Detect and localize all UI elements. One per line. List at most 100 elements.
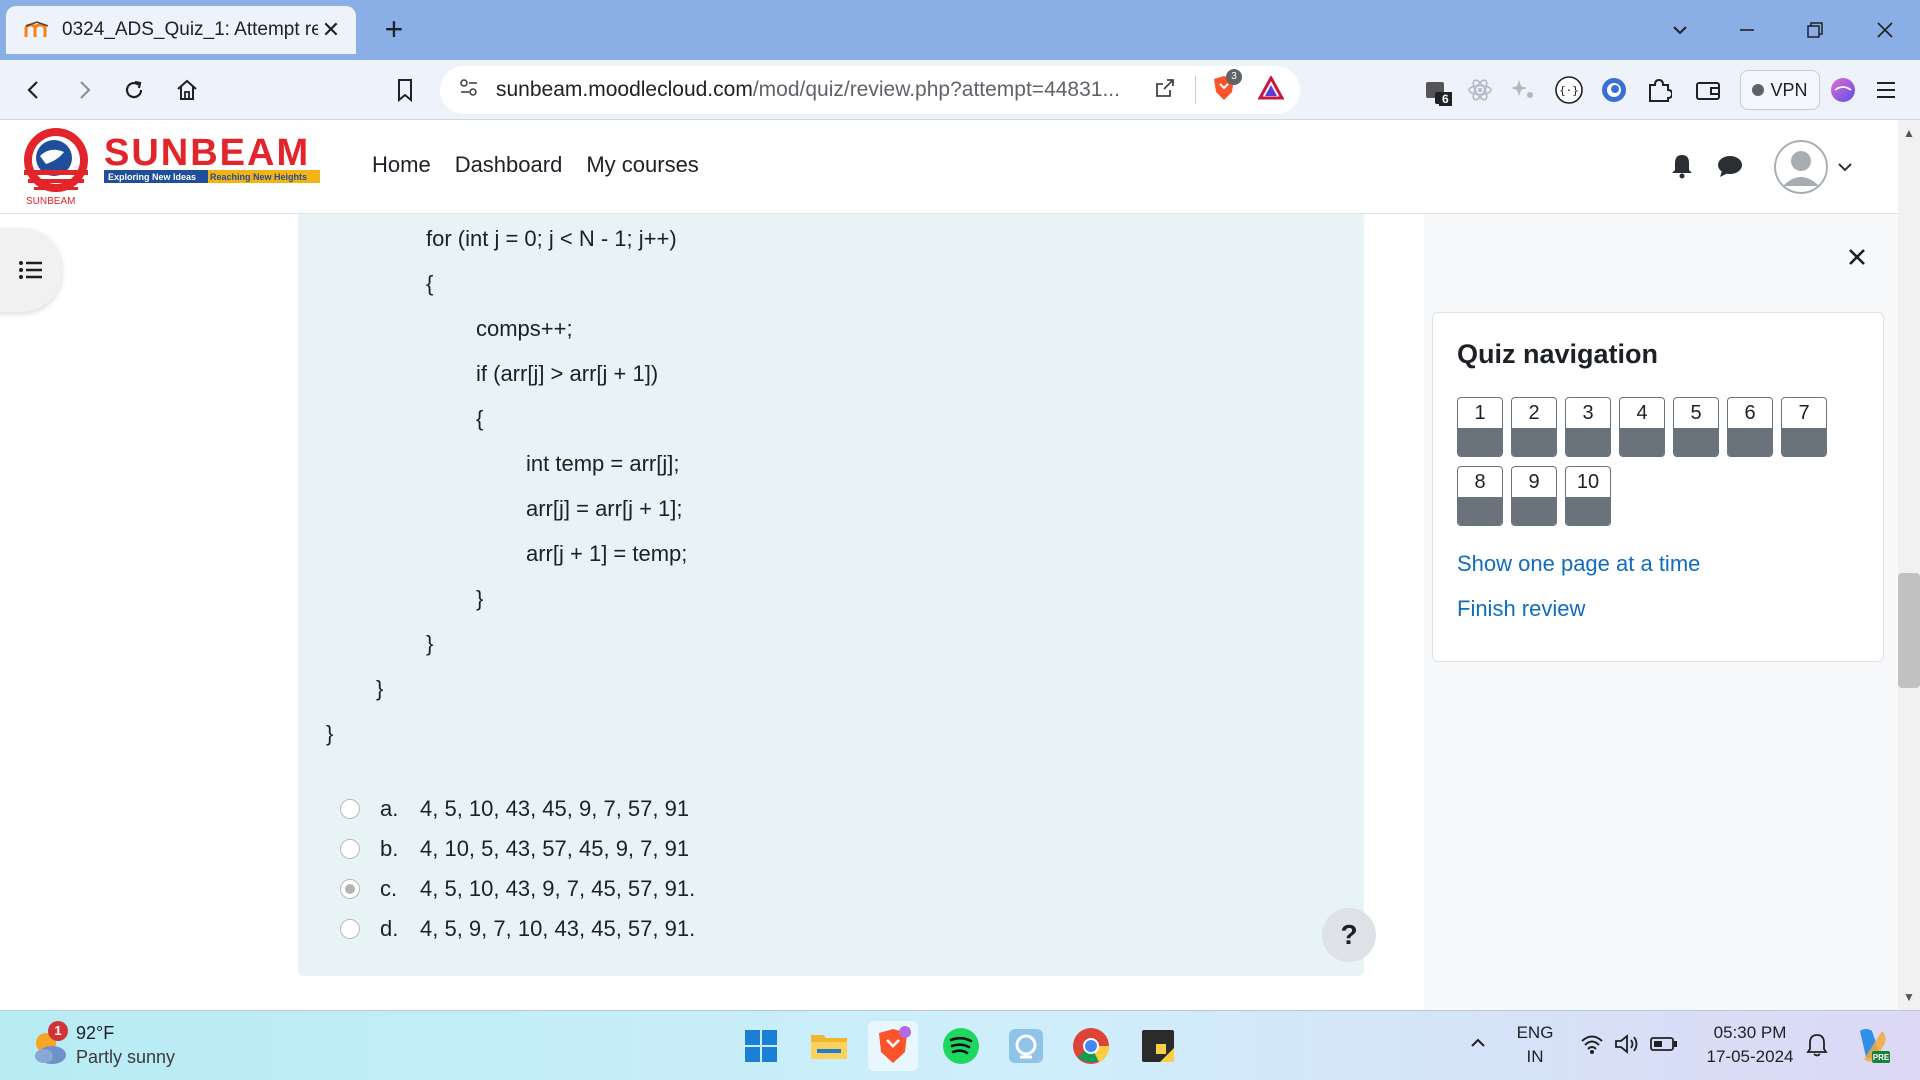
language-top[interactable]: ENG xyxy=(1510,1023,1560,1043)
wifi-icon[interactable] xyxy=(1580,1033,1604,1060)
remote-app-icon[interactable] xyxy=(1001,1021,1051,1071)
answer-radio-a[interactable] xyxy=(340,799,360,819)
brave-leo-icon[interactable] xyxy=(1823,70,1863,110)
nav-my-courses[interactable]: My courses xyxy=(586,152,698,178)
code-line: } xyxy=(326,721,334,746)
url-host: sunbeam.moodlecloud.com xyxy=(496,78,753,101)
site-settings-icon[interactable] xyxy=(458,77,480,104)
sunbeam-logo[interactable]: SUNBEAM Exploring New Ideas Reaching New… xyxy=(20,126,322,210)
show-one-page-link[interactable]: Show one page at a time xyxy=(1457,551,1700,577)
home-icon[interactable] xyxy=(167,70,207,110)
vpn-button[interactable]: VPN xyxy=(1740,70,1820,110)
share-icon[interactable] xyxy=(1153,76,1177,105)
chrome-icon[interactable] xyxy=(1066,1021,1116,1071)
minimize-button[interactable] xyxy=(1722,10,1772,50)
user-menu-chevron-icon[interactable] xyxy=(1834,156,1856,178)
messages-chat-icon[interactable] xyxy=(1714,150,1746,182)
course-index-toggle[interactable] xyxy=(0,228,62,312)
page-scrollbar-thumb[interactable] xyxy=(1898,573,1920,688)
quiz-nav-button[interactable]: 4 xyxy=(1619,397,1665,457)
code-line: } xyxy=(426,631,434,656)
clock-time[interactable]: 05:30 PM xyxy=(1690,1023,1810,1043)
menu-icon[interactable] xyxy=(1866,70,1906,110)
forward-icon[interactable] xyxy=(64,70,104,110)
reload-icon[interactable] xyxy=(114,70,154,110)
copilot-icon[interactable]: PRE xyxy=(1852,1025,1890,1070)
code-line: arr[j] = arr[j + 1]; xyxy=(526,496,683,521)
wallet-icon[interactable] xyxy=(1688,70,1728,110)
react-devtools-icon[interactable] xyxy=(1460,70,1500,110)
weather-temperature: 92°F xyxy=(76,1023,115,1043)
quiz-nav-button[interactable]: 6 xyxy=(1727,397,1773,457)
user-avatar[interactable] xyxy=(1774,140,1828,194)
new-tab-button[interactable]: + xyxy=(376,12,412,48)
tab-search-chevron-icon[interactable] xyxy=(1655,10,1705,50)
scroll-up-arrow-icon[interactable]: ▲ xyxy=(1898,126,1920,144)
language-bottom[interactable]: IN xyxy=(1510,1047,1560,1067)
primary-nav: Home Dashboard My courses xyxy=(372,152,699,178)
wallet-extension-icon[interactable]: 6 xyxy=(1417,70,1457,110)
answer-option-b[interactable]: b. 4, 10, 5, 43, 57, 45, 9, 7, 91 xyxy=(340,836,689,862)
help-button[interactable]: ? xyxy=(1322,908,1376,962)
show-hidden-icons-chevron-icon[interactable] xyxy=(1468,1033,1492,1057)
back-icon[interactable] xyxy=(14,70,54,110)
quiz-nav-number: 8 xyxy=(1474,471,1486,493)
restore-button[interactable] xyxy=(1790,10,1840,50)
nav-dashboard[interactable]: Dashboard xyxy=(455,152,563,178)
answer-option-c[interactable]: c. 4, 5, 10, 43, 9, 7, 45, 57, 91. xyxy=(340,876,695,902)
site-header: SUNBEAM Exploring New Ideas Reaching New… xyxy=(0,120,1898,214)
finish-review-link[interactable]: Finish review xyxy=(1457,596,1585,622)
page-scrollbar-track[interactable] xyxy=(1898,120,1920,1010)
quiz-nav-button[interactable]: 10 xyxy=(1565,466,1611,526)
quiz-nav-button[interactable]: 5 xyxy=(1673,397,1719,457)
close-window-button[interactable] xyxy=(1860,10,1910,50)
quiz-nav-button[interactable]: 9 xyxy=(1511,466,1557,526)
answer-radio-d[interactable] xyxy=(340,919,360,939)
volume-icon[interactable] xyxy=(1614,1033,1640,1060)
start-menu-windows-icon[interactable] xyxy=(736,1021,786,1071)
sparkle-extension-icon[interactable] xyxy=(1503,70,1543,110)
answer-option-d[interactable]: d. 4, 5, 9, 7, 10, 43, 45, 57, 91. xyxy=(340,916,695,942)
scroll-down-arrow-icon[interactable]: ▼ xyxy=(1898,990,1920,1008)
notifications-bell-icon[interactable] xyxy=(1666,150,1698,182)
quiz-nav-button[interactable]: 1 xyxy=(1457,397,1503,457)
sticky-notes-icon[interactable] xyxy=(1133,1021,1183,1071)
nav-home[interactable]: Home xyxy=(372,152,431,178)
file-explorer-icon[interactable] xyxy=(804,1021,854,1071)
quiz-nav-button[interactable]: 3 xyxy=(1565,397,1611,457)
browser-toolbar: sunbeam.moodlecloud.com/mod/quiz/review.… xyxy=(0,60,1920,120)
quiz-navigation-title: Quiz navigation xyxy=(1457,339,1659,369)
brave-shield-icon[interactable]: 3 xyxy=(1212,68,1242,106)
brave-rewards-icon[interactable] xyxy=(1257,74,1285,105)
bookmark-icon[interactable] xyxy=(385,70,425,110)
url-text[interactable]: sunbeam.moodlecloud.com/mod/quiz/review.… xyxy=(496,78,1153,102)
svg-text:PRE: PRE xyxy=(1873,1053,1890,1062)
tab-close-icon[interactable]: ✕ xyxy=(318,17,344,43)
clock-date[interactable]: 17-05-2024 xyxy=(1690,1047,1810,1067)
quiz-nav-number: 10 xyxy=(1576,471,1600,493)
quiz-nav-button[interactable]: 8 xyxy=(1457,466,1503,526)
browser-tab-active[interactable]: 0324_ADS_Quiz_1: Attempt revie ✕ xyxy=(6,6,356,54)
answer-text: 4, 5, 10, 43, 9, 7, 45, 57, 91. xyxy=(420,876,696,901)
logo-small-text: SUNBEAM xyxy=(26,196,76,207)
battery-icon[interactable] xyxy=(1650,1035,1678,1058)
code-line: if (arr[j] > arr[j + 1]) xyxy=(476,361,659,386)
close-drawer-icon[interactable] xyxy=(1842,242,1872,272)
quiz-nav-button[interactable]: 7 xyxy=(1781,397,1827,457)
notification-center-bell-icon[interactable] xyxy=(1806,1033,1828,1062)
extensions-puzzle-icon[interactable] xyxy=(1639,70,1679,110)
answer-letter: a. xyxy=(380,796,399,821)
quiz-nav-status xyxy=(1620,428,1664,456)
blue-extension-icon[interactable] xyxy=(1594,70,1634,110)
answer-radio-b[interactable] xyxy=(340,839,360,859)
code-extension-icon[interactable]: {·} xyxy=(1549,70,1589,110)
quiz-nav-button[interactable]: 2 xyxy=(1511,397,1557,457)
answer-option-a[interactable]: a. 4, 5, 10, 43, 45, 9, 7, 57, 91 xyxy=(340,796,689,822)
brave-browser-taskbar-icon[interactable] xyxy=(868,1021,918,1071)
code-line: { xyxy=(426,271,434,296)
answer-radio-c[interactable] xyxy=(340,879,360,899)
answer-letter: b. xyxy=(380,836,399,861)
answer-text: 4, 5, 10, 43, 45, 9, 7, 57, 91 xyxy=(420,796,690,821)
spotify-icon[interactable] xyxy=(936,1021,986,1071)
address-bar[interactable]: sunbeam.moodlecloud.com/mod/quiz/review.… xyxy=(440,66,1300,114)
